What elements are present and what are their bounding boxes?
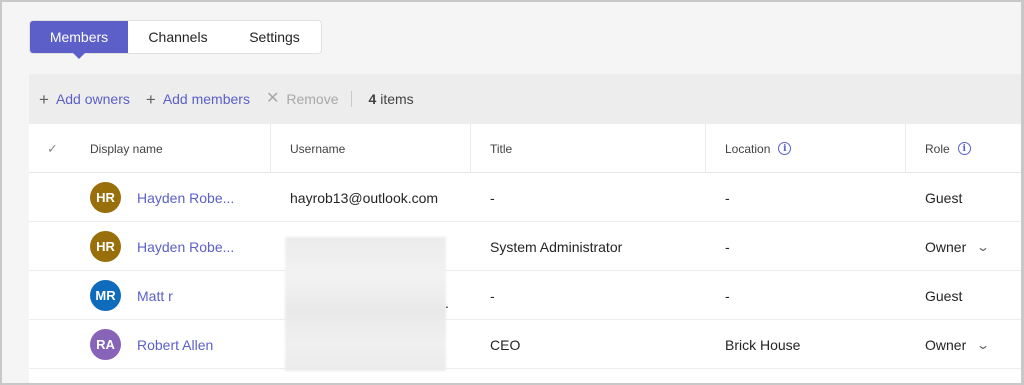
table-header-row: ✓ Display name Username Title Location i… [29, 124, 1021, 173]
select-all-checkmark-icon[interactable]: ✓ [47, 124, 58, 173]
column-header-username[interactable]: Username [270, 124, 345, 173]
redacted-usernames [285, 237, 446, 371]
plus-icon: + [145, 89, 156, 109]
member-title: CEO [490, 336, 521, 353]
role-dropdown[interactable]: Owner ⌄ [925, 320, 991, 369]
member-role: Guest [925, 189, 963, 206]
table-row[interactable]: MR Matt r - - Guest [29, 271, 1021, 320]
member-name-link[interactable]: Hayden Robe... [137, 190, 234, 206]
member-location: - [725, 287, 730, 304]
role-header-label: Role [925, 141, 950, 156]
table-row[interactable]: HR Hayden Robe... hayrob13@outlook.com -… [29, 173, 1021, 222]
chevron-down-icon: ⌄ [976, 337, 991, 352]
table-row[interactable]: HR Hayden Robe... System Administrator -… [29, 222, 1021, 271]
members-table: ✓ Display name Username Title Location i… [29, 124, 1021, 383]
add-members-button[interactable]: + Add members [146, 91, 250, 108]
member-title: - [490, 287, 495, 304]
chevron-down-icon: ⌄ [976, 239, 991, 254]
tab-bar: Members Channels Settings [29, 20, 322, 59]
member-location: - [725, 238, 730, 255]
member-location: - [725, 189, 730, 206]
info-icon[interactable]: i [957, 142, 971, 155]
member-name-link[interactable]: Hayden Robe... [137, 239, 234, 255]
member-role: Owner [925, 238, 967, 255]
avatar: RA [90, 329, 121, 360]
item-count-suffix: items [376, 91, 414, 107]
members-toolbar: + Add owners + Add members ✕ Remove 4 it… [29, 74, 1021, 124]
column-header-location[interactable]: Location i [705, 124, 792, 173]
tab-members[interactable]: Members [30, 21, 128, 59]
add-owners-label: Add owners [55, 91, 130, 107]
tab-settings[interactable]: Settings [228, 21, 321, 53]
members-panel: + Add owners + Add members ✕ Remove 4 it… [29, 74, 1021, 383]
column-header-role[interactable]: Role i [905, 124, 971, 173]
member-title: System Administrator [490, 238, 623, 255]
avatar: HR [90, 182, 121, 213]
remove-label: Remove [286, 91, 339, 107]
table-row[interactable]: RA Robert Allen CEO Brick House Owner ⌄ [29, 320, 1021, 369]
plus-icon: + [39, 89, 49, 109]
teams-manage-team-window: Members Channels Settings + Add owners +… [0, 0, 1024, 385]
avatar: MR [90, 280, 121, 311]
member-role: Guest [925, 287, 963, 304]
column-header-display-name[interactable]: Display name [90, 124, 163, 173]
tab-channels[interactable]: Channels [128, 21, 228, 53]
column-header-title[interactable]: Title [470, 124, 512, 173]
location-header-label: Location [725, 141, 771, 156]
close-icon: ✕ [265, 90, 280, 107]
member-role: Owner [925, 336, 967, 353]
remove-button[interactable]: ✕ Remove [265, 90, 339, 108]
item-count: 4 items [369, 91, 414, 107]
add-owners-button[interactable]: + Add owners [39, 91, 130, 108]
role-dropdown[interactable]: Owner ⌄ [925, 222, 991, 271]
member-username: hayrob13@outlook.com [290, 189, 439, 206]
info-icon[interactable]: i [778, 142, 792, 155]
member-name-link[interactable]: Matt r [137, 288, 173, 304]
member-title: - [490, 189, 495, 206]
toolbar-divider [350, 91, 352, 107]
member-username: . [445, 295, 449, 311]
member-name-link[interactable]: Robert Allen [137, 337, 213, 353]
add-members-label: Add members [162, 91, 250, 107]
member-location: Brick House [725, 336, 801, 353]
avatar: HR [90, 231, 121, 262]
